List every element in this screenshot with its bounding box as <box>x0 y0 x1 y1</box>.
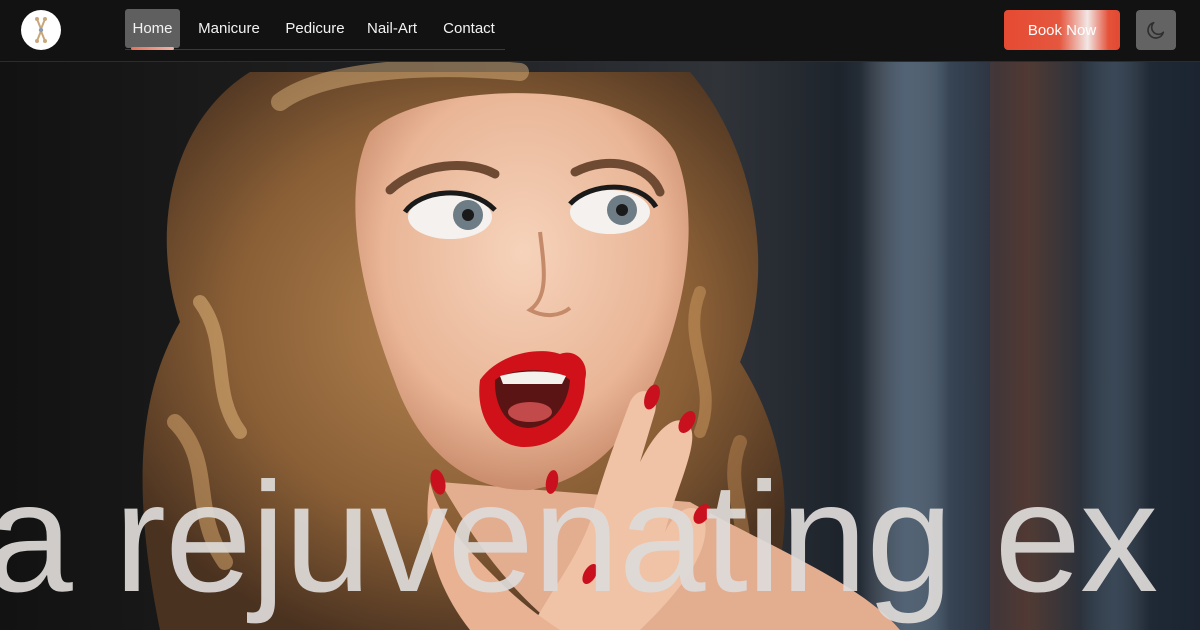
nav-item-label: Home <box>132 20 173 37</box>
nav-item-contact[interactable]: Contact <box>434 9 504 48</box>
nav-item-home[interactable]: Home <box>125 9 180 50</box>
page: Home Manicure Pedicure Nail-Art Contact … <box>0 0 1200 630</box>
top-navbar: Home Manicure Pedicure Nail-Art Contact … <box>0 0 1200 62</box>
nav-item-nail-art[interactable]: Nail-Art <box>358 9 426 48</box>
nav-item-label: Contact <box>443 20 495 37</box>
moon-icon <box>1147 21 1165 39</box>
nav-item-label: Nail-Art <box>366 20 417 37</box>
nav-item-manicure[interactable]: Manicure <box>188 9 270 48</box>
nav-item-label: Manicure <box>198 20 260 37</box>
hero-section: a rejuvenating ex <box>0 62 1200 630</box>
nav-item-label: Pedicure <box>285 20 345 37</box>
main-nav: Home Manicure Pedicure Nail-Art Contact <box>125 9 505 50</box>
theme-toggle-button[interactable] <box>1136 10 1176 50</box>
nav-item-pedicure[interactable]: Pedicure <box>275 9 355 48</box>
book-now-button[interactable]: Book Now <box>1004 10 1120 50</box>
logo[interactable] <box>21 10 61 50</box>
nail-salon-logo-icon <box>35 17 47 43</box>
active-tab-indicator <box>131 47 174 50</box>
hero-headline: a rejuvenating ex <box>0 451 1158 625</box>
